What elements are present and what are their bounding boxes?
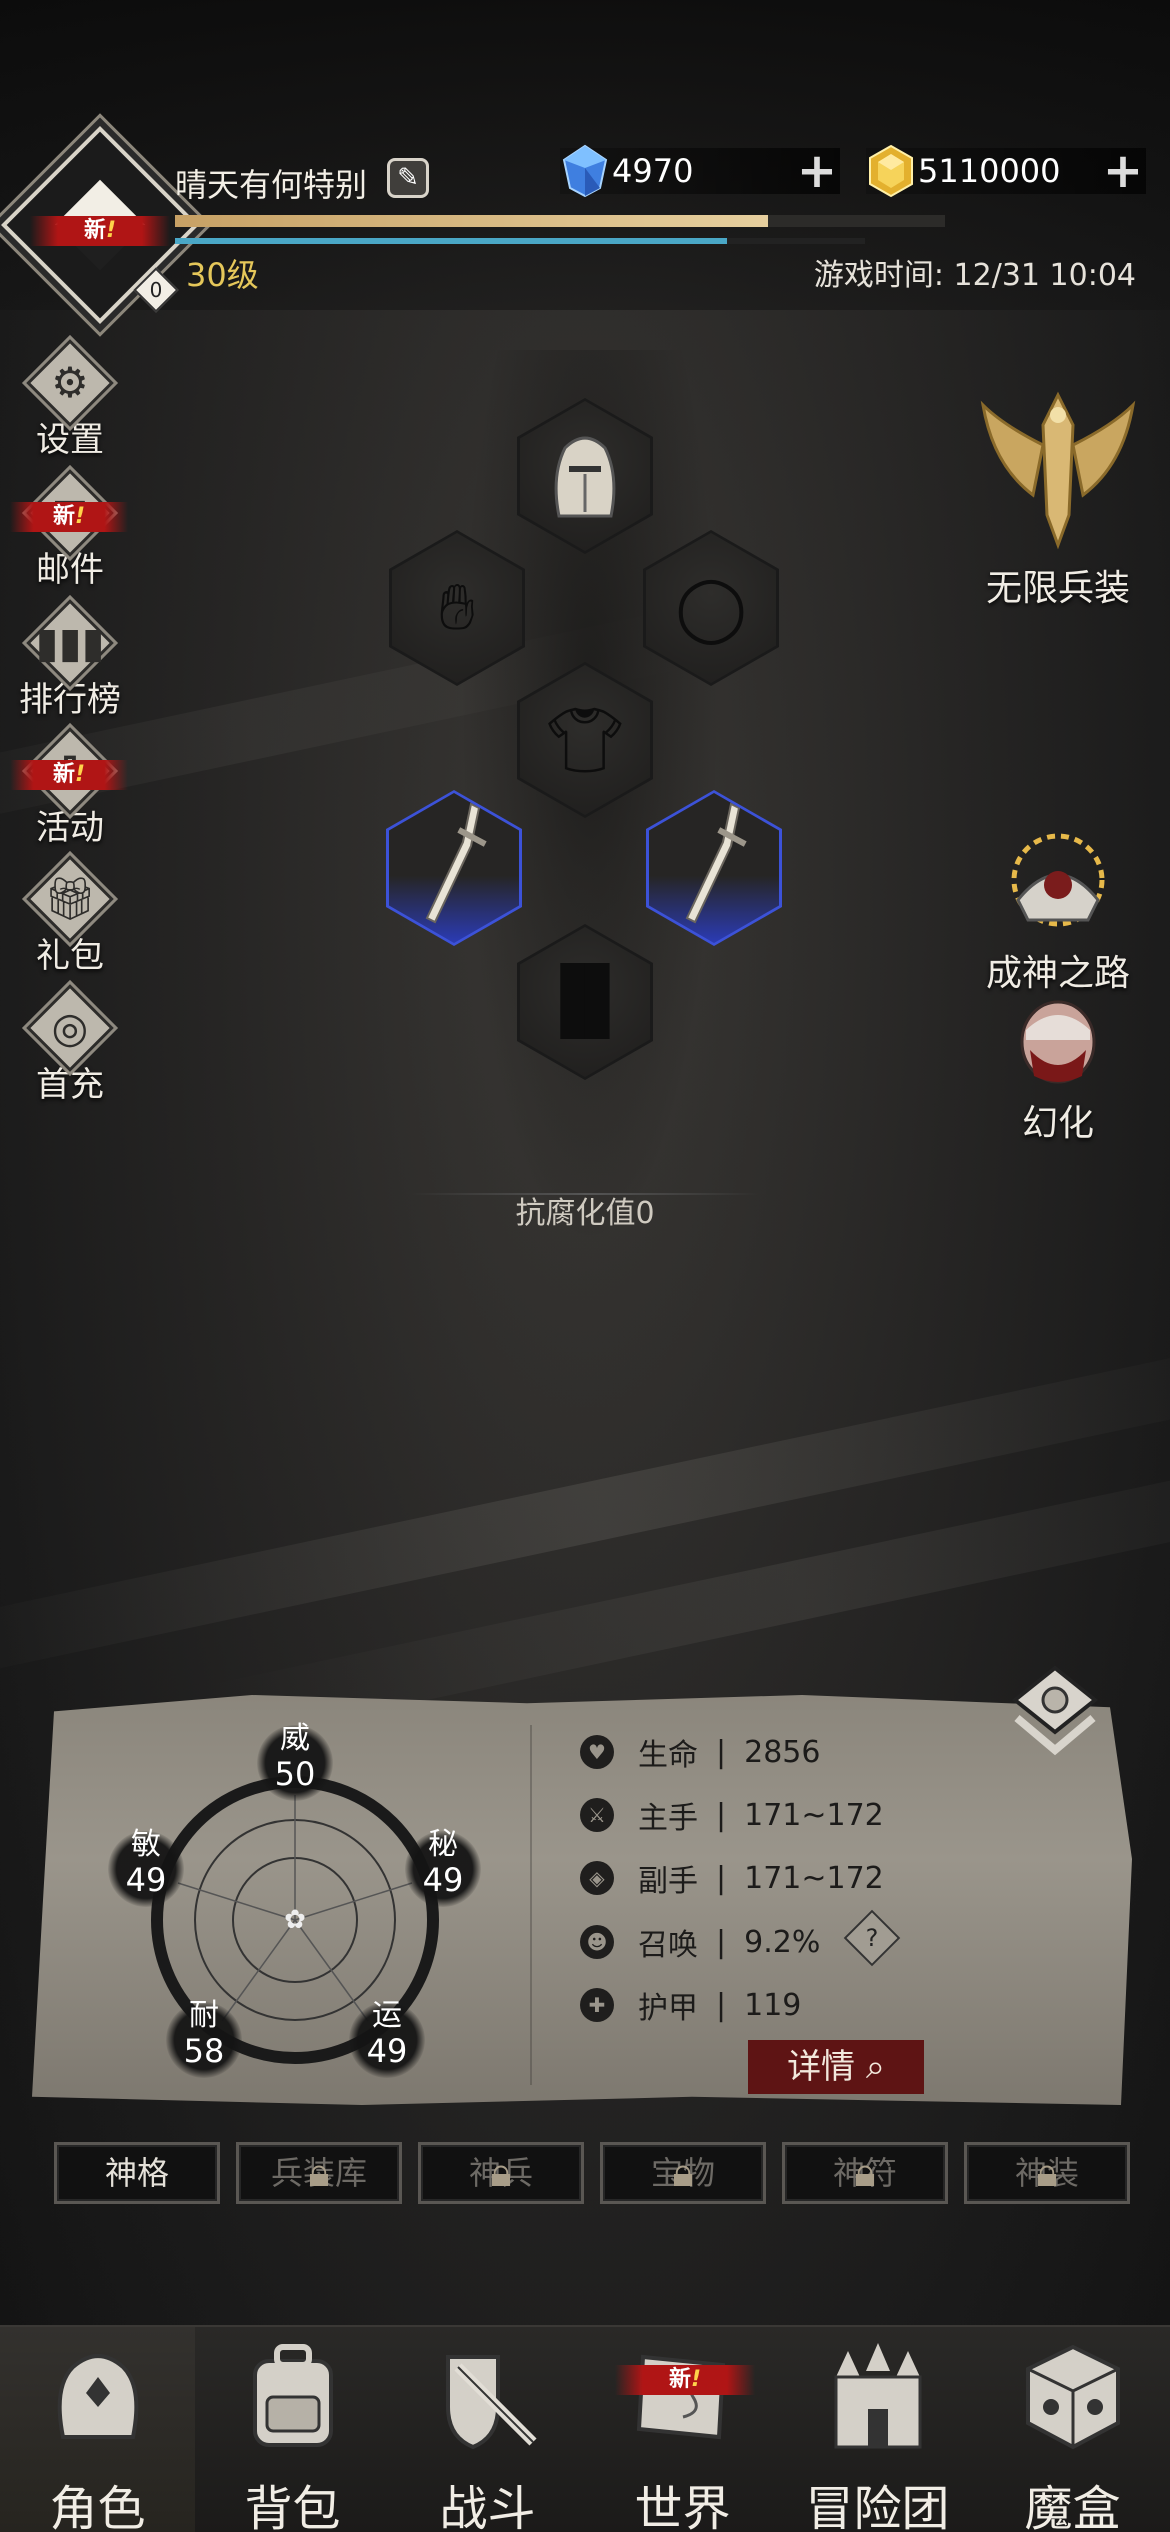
gold-amount: 5110000 <box>918 152 1061 190</box>
event-new-badge: 新! <box>10 760 128 790</box>
nav-label: 背包 <box>244 2481 341 2532</box>
armor-stat-icon: ✚ <box>580 1988 614 2022</box>
sunburst-emblem-icon <box>1011 833 1105 927</box>
sidebar-item-first-recharge[interactable]: ◎ 首充 <box>0 984 140 1106</box>
lock-icon: 🔒︎ <box>1036 2150 1058 2196</box>
shield-icon: ◈ <box>580 1861 614 1895</box>
stat-summon: ☻ 召唤 | 9.2% <box>580 1920 820 1964</box>
sword-shield-icon <box>445 2355 537 2450</box>
glove-icon: ✋︎ <box>438 571 476 645</box>
attr-yun: 运 49 <box>366 1998 408 2070</box>
game-time: 游戏时间: 12/31 10:04 <box>813 258 1136 293</box>
nav-magic-box[interactable]: 魔盒 <box>975 2327 1170 2532</box>
nav-label: 角色 <box>49 2481 146 2532</box>
sidebar-item-settings[interactable]: ⚙ 设置 <box>0 339 140 461</box>
add-diamond-button[interactable]: + <box>794 147 840 195</box>
nav-label: 世界 <box>634 2481 731 2532</box>
gear-icon: ⚙ <box>26 339 114 427</box>
add-gold-button[interactable]: + <box>1100 147 1146 195</box>
attr-min: 敏 49 <box>125 1827 167 1899</box>
lock-icon: 🔒︎ <box>672 2150 694 2196</box>
attr-wei: 威 50 <box>274 1721 316 1793</box>
castle-icon <box>834 2343 921 2449</box>
xp-bar <box>175 215 945 227</box>
sword-icon: ⚔ <box>580 1798 614 1832</box>
stat-armor: ✚ 护甲 | 119 <box>580 1983 801 2027</box>
ring-icon: ◯ <box>675 571 747 645</box>
dagger-icon <box>685 802 747 924</box>
bottom-nav: 角色 背包 战斗 新! 世界 冒险团 魔盒 <box>0 2325 1170 2532</box>
transform-label: 幻化 <box>1021 1103 1094 1144</box>
nav-backpack[interactable]: 背包 <box>195 2327 390 2532</box>
lock-icon: 🔒︎ <box>854 2150 876 2196</box>
blue-diamond-icon <box>562 144 608 198</box>
scroll-map-icon <box>636 2354 725 2440</box>
diamond-currency: 4970 + <box>560 144 840 198</box>
gift-icon: 🎁︎ <box>26 855 114 943</box>
mail-new-badge: 新! <box>10 502 128 532</box>
panel-collapse-icon[interactable] <box>1005 1660 1105 1760</box>
tab-divinity[interactable]: 神格 <box>54 2142 220 2204</box>
tab-divine-gear[interactable]: 神装 🔒︎ <box>964 2142 1130 2204</box>
first-recharge-icon: ◎ <box>26 984 114 1072</box>
gold-currency: 5110000 + <box>866 144 1146 198</box>
lock-icon: 🔒︎ <box>490 2150 512 2196</box>
nav-battle[interactable]: 战斗 <box>390 2327 585 2532</box>
lock-icon: 🔒︎ <box>308 2150 330 2196</box>
sidebar-item-mail[interactable]: ✉ 新! 邮件 <box>0 469 140 591</box>
nav-world[interactable]: 新! 世界 <box>585 2327 780 2532</box>
nav-label: 魔盒 <box>1024 2481 1121 2532</box>
tab-rune[interactable]: 神符 🔒︎ <box>782 2142 948 2204</box>
magnifier-icon: ⌕ <box>855 2047 885 2087</box>
player-level: 30级 <box>186 256 259 294</box>
attr-nai: 耐 58 <box>183 1998 225 2070</box>
energy-bar-fill <box>175 238 727 244</box>
sidebar-item-gift[interactable]: 🎁︎ 礼包 <box>0 855 140 977</box>
summon-icon: ☻ <box>580 1925 614 1959</box>
stat-main-hand: ⚔ 主手 | 171~172 <box>580 1793 884 1837</box>
infinite-gear-button[interactable]: 无限兵装 <box>958 385 1158 611</box>
tab-divine-weapon[interactable]: 神兵 🔒︎ <box>418 2142 584 2204</box>
nav-adventure-group[interactable]: 冒险团 <box>780 2327 975 2532</box>
sidebar-item-ranking[interactable]: ▮▮▮ 排行榜 <box>0 599 140 721</box>
svg-text:✿: ✿ <box>284 1905 306 1935</box>
panel-divider <box>530 1725 532 2085</box>
god-path-label: 成神之路 <box>985 953 1130 994</box>
energy-bar <box>175 238 865 244</box>
nav-label: 战斗 <box>439 2481 536 2532</box>
armor-icon: 👕︎ <box>544 703 626 778</box>
ranking-icon: ▮▮▮ <box>26 599 114 687</box>
tab-treasure[interactable]: 宝物 🔒︎ <box>600 2142 766 2204</box>
stat-off-hand: ◈ 副手 | 171~172 <box>580 1856 884 1900</box>
stat-hp: ♥ 生命 | 2856 <box>580 1730 820 1774</box>
masked-face-icon <box>1020 1000 1096 1084</box>
nav-character[interactable]: 角色 <box>0 2327 195 2532</box>
attr-mi: 秘 49 <box>422 1827 464 1899</box>
winged-sword-emblem-icon <box>980 391 1136 550</box>
details-button[interactable]: 详情 ⌕ <box>748 2040 924 2094</box>
dagger-icon <box>425 802 487 924</box>
avatar-new-badge: 新! <box>30 216 170 246</box>
tab-armory[interactable]: 兵装库 🔒︎ <box>236 2142 402 2204</box>
infinite-gear-label: 无限兵装 <box>985 568 1130 609</box>
diamond-amount: 4970 <box>612 152 694 190</box>
boots-icon: ▐▌ <box>535 965 635 1039</box>
magic-cube-icon <box>1025 2344 1120 2450</box>
corruption-resistance: 抗腐化值0 <box>515 1196 655 1231</box>
backpack-icon <box>252 2344 333 2447</box>
transform-button[interactable]: 幻化 <box>958 990 1158 1146</box>
heart-icon: ♥ <box>580 1735 614 1769</box>
world-new-badge: 新! <box>615 2365 755 2395</box>
xp-bar-fill <box>175 215 768 227</box>
gold-gem-icon <box>869 144 913 198</box>
player-name: 晴天有何特别 <box>175 166 368 204</box>
nav-label: 冒险团 <box>805 2481 950 2532</box>
knight-helmet-icon <box>554 436 616 518</box>
helmet-icon <box>57 2354 138 2439</box>
god-path-button[interactable]: 成神之路 <box>958 830 1158 996</box>
sidebar-item-event[interactable]: ⚱ 新! 活动 <box>0 727 140 849</box>
edit-name-icon[interactable]: ✎ <box>387 158 429 198</box>
